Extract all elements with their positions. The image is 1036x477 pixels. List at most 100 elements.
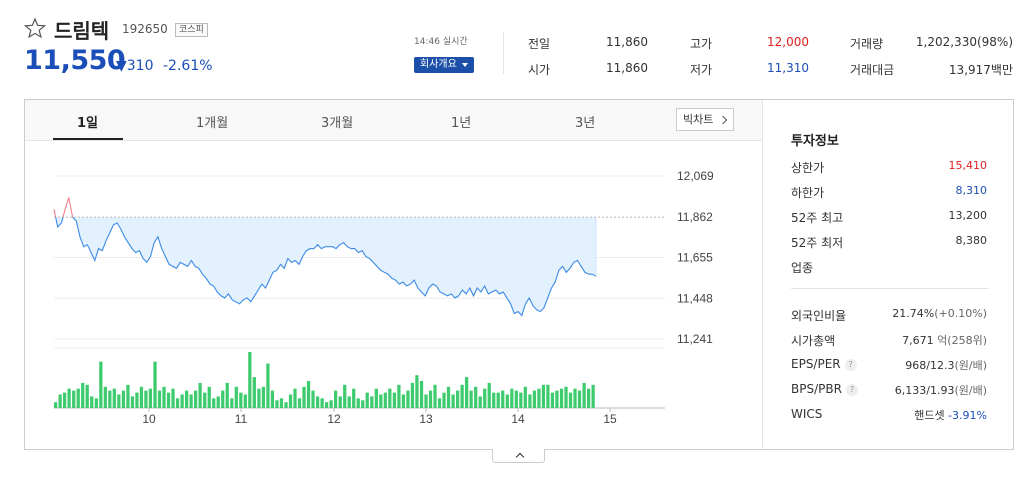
wics-sector[interactable]: 핸드셋 (914, 409, 944, 422)
volume-bar (501, 390, 505, 408)
volume-bar (90, 396, 94, 408)
volume-bar (189, 394, 193, 408)
bps-pbr-text: BPS/PBR (791, 382, 842, 396)
market-cap-label: 시가총액 (791, 334, 836, 348)
volume-bar (379, 394, 383, 408)
foreign-ratio-change: (+0.10%) (934, 307, 987, 320)
chart-panel: 1일 1개월 3개월 1년 3년 빅차트 12,069 11,862 11,655 1… (24, 99, 1014, 450)
upper-limit-value: 15,410 (948, 159, 988, 172)
help-icon[interactable]: ? (845, 384, 858, 396)
tab-3months[interactable]: 3개월 (321, 112, 353, 131)
volume-bar (288, 394, 293, 408)
tab-1day[interactable]: 1일 (77, 112, 98, 131)
collapse-toggle-button[interactable] (492, 449, 545, 463)
upper-limit-label: 상한가 (791, 161, 825, 175)
foreign-ratio-label: 외국인비율 (791, 309, 847, 323)
market-cap-unit: 억 (937, 334, 948, 347)
volume-bar (433, 384, 437, 408)
period-tabs: 1일 1개월 3개월 1년 3년 빅차트 (25, 100, 762, 141)
x-tick-label: 12 (327, 412, 341, 426)
volume-bar (94, 398, 98, 408)
volume-bar (180, 394, 184, 408)
52week-high-value: 13,200 (948, 209, 988, 222)
volume-bar (465, 377, 469, 408)
volume-bar (451, 394, 455, 408)
volume-bar (338, 396, 342, 408)
volume-bar (446, 386, 451, 408)
volume-bar (388, 388, 392, 408)
tab-1year[interactable]: 1년 (451, 112, 471, 131)
volume-bar (356, 398, 360, 408)
volume-bar (424, 394, 428, 408)
wics-label: WICS (791, 407, 823, 421)
foreign-ratio: 21.74% (892, 307, 935, 320)
52week-high-label: 52주 최고 (791, 211, 844, 225)
volume-bar (365, 392, 369, 408)
y-tick-label: 12,069 (677, 169, 714, 183)
volume-bar (153, 361, 157, 408)
x-tick-label: 15 (603, 412, 617, 426)
volume-bar (523, 386, 527, 408)
volume-bar (316, 396, 320, 408)
realtime-label: 14:46 실시간 (414, 37, 468, 47)
volume-bar (148, 388, 153, 408)
x-tick-label: 10 (142, 412, 156, 426)
wics-change: -3.91% (948, 409, 987, 422)
prev-close-label: 전일 (528, 37, 551, 51)
volume-bar (532, 390, 537, 408)
volume-bar (352, 388, 356, 408)
volume-bar (194, 390, 198, 408)
open-label: 시가 (528, 63, 551, 77)
sector-label: 업종 (791, 261, 814, 275)
volume-bar (505, 394, 509, 408)
volume-bar (406, 390, 410, 408)
eps-per-label: EPS/PER? (791, 357, 857, 371)
volume-bar (343, 384, 347, 408)
volume-bar (383, 392, 387, 408)
investment-info-title: 투자정보 (791, 134, 839, 149)
help-icon[interactable]: ? (844, 359, 857, 371)
volume-bar (587, 388, 591, 408)
tab-1month[interactable]: 1개월 (196, 112, 228, 131)
volume-bar (157, 390, 162, 408)
volume-bar (135, 392, 139, 408)
volume-bar (130, 396, 135, 408)
volume-bar (514, 390, 518, 408)
volume-bar (474, 386, 478, 408)
prev-close-value: 11,860 (606, 35, 648, 49)
volume-bar (573, 388, 577, 408)
volume-bar (225, 382, 229, 408)
volume-bar (320, 398, 324, 408)
volume-bar (582, 382, 586, 408)
volume-bar (144, 390, 148, 408)
eps-per-value: 968/12.3(원/배) (905, 357, 987, 373)
volume-bar (537, 388, 541, 408)
volume-bar (108, 390, 112, 408)
favorite-star-icon[interactable] (24, 17, 46, 39)
company-overview-button[interactable]: 회사개요 (414, 57, 474, 73)
intraday-chart[interactable]: 12,069 11,862 11,655 11,448 11,241 10 11 12 13 14… (25, 141, 761, 449)
volume-bar (216, 396, 220, 408)
foreign-ratio-value: 21.74%(+0.10%) (892, 307, 987, 320)
volume-bar (139, 386, 144, 408)
volume-bar (559, 388, 564, 408)
volume-bar (410, 382, 415, 408)
caret-down-icon (462, 63, 468, 67)
volume-bar (568, 392, 573, 408)
volume-bar (528, 394, 532, 408)
volume-bar (203, 392, 207, 408)
volume-bar (437, 398, 442, 408)
x-tick-label: 11 (235, 412, 248, 426)
big-chart-button[interactable]: 빅차트 (676, 108, 734, 131)
volume-bar (401, 394, 406, 408)
volume-bar (311, 390, 315, 408)
volume-bar (510, 388, 514, 408)
volume-bar (397, 384, 401, 408)
market-cap-rank: (258위) (947, 334, 987, 347)
volume-bar (419, 381, 424, 408)
tab-3years[interactable]: 3년 (575, 112, 595, 131)
current-price: 11,550 (24, 45, 126, 76)
volume-bar (230, 398, 234, 408)
volume-bar (546, 384, 550, 408)
volume-bar (541, 384, 546, 408)
